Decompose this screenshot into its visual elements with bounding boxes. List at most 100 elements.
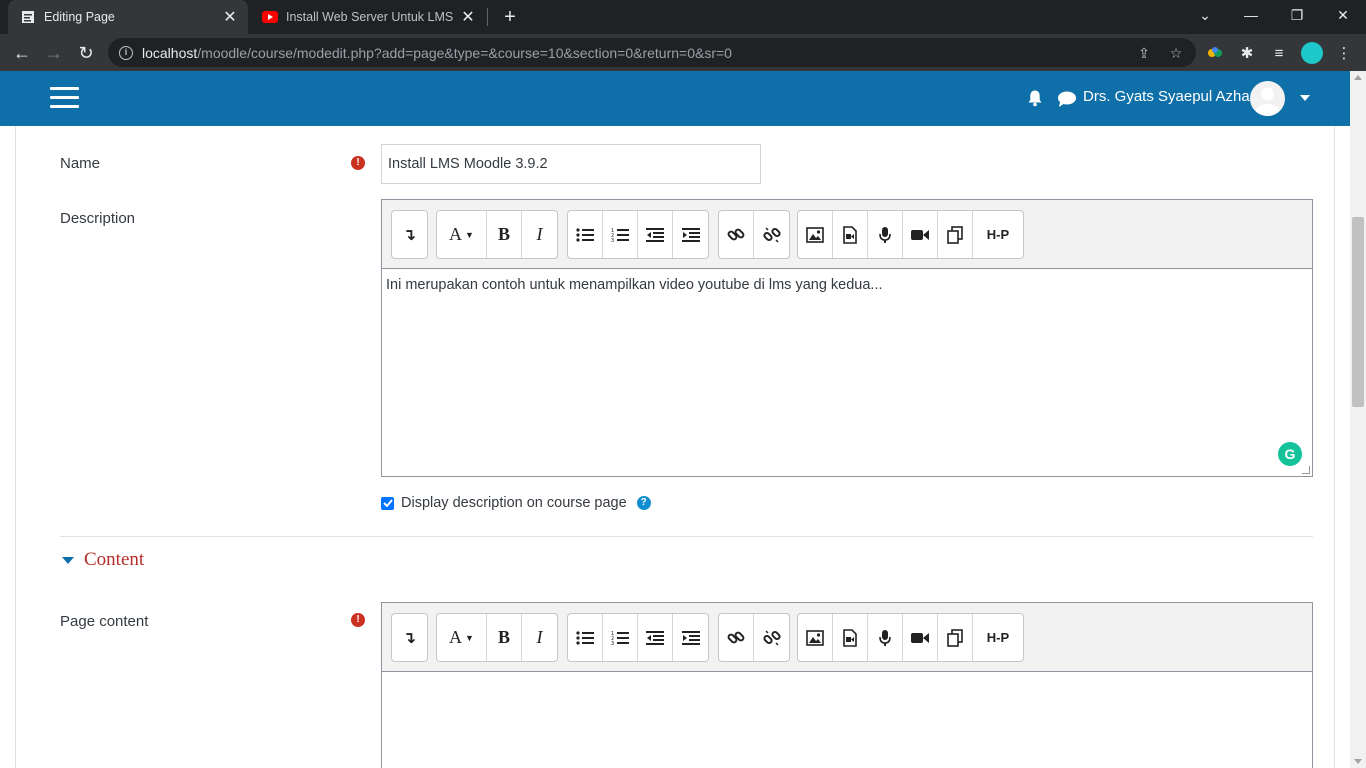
tab-title: Editing Page (44, 10, 115, 24)
address-bar[interactable]: i localhost/moodle/course/modedit.php?ad… (108, 38, 1196, 67)
browser-menu-icon[interactable]: ⋮ (1335, 44, 1353, 62)
toolbar-group-lists: 123 (567, 613, 709, 662)
help-icon[interactable]: ? (636, 496, 651, 510)
svg-text:3: 3 (611, 238, 614, 243)
resize-handle-icon[interactable] (1302, 466, 1310, 474)
show-more-buttons-icon[interactable]: ↴ (392, 614, 427, 661)
show-more-buttons-icon[interactable]: ↴ (392, 211, 427, 258)
back-icon[interactable]: ← (8, 39, 36, 67)
extension-color-icon[interactable] (1206, 44, 1224, 62)
h5p-label: H-P (986, 630, 1010, 645)
insert-image-icon[interactable] (798, 614, 833, 661)
content-section-header[interactable]: Content (62, 549, 144, 571)
link-icon[interactable] (719, 211, 754, 258)
forward-icon[interactable]: → (40, 39, 68, 67)
insert-media-icon[interactable] (833, 614, 868, 661)
font-label: A (449, 224, 463, 244)
unordered-list-icon[interactable] (568, 211, 603, 258)
site-info-icon[interactable]: i (119, 45, 133, 60)
moodle-navbar: Drs. Gyats Syaepul Azhar (0, 71, 1350, 126)
profile-icon[interactable] (1301, 42, 1323, 64)
tab-title: Install Web Server Untuk LMS Mo (286, 10, 456, 24)
page-content-area[interactable] (382, 672, 1312, 768)
record-audio-icon[interactable] (868, 211, 903, 258)
h5p-button[interactable]: H-P (973, 614, 1023, 661)
description-editor: ↴ A ▼ B I 123 H-P Ini merupakan contoh u… (381, 199, 1313, 477)
extensions-puzzle-icon[interactable]: ✱ (1238, 44, 1256, 62)
outdent-icon[interactable] (638, 614, 673, 661)
user-menu-caret-icon[interactable] (1300, 95, 1310, 101)
display-description-checkbox[interactable] (381, 496, 394, 510)
link-icon[interactable] (719, 614, 754, 661)
italic-button[interactable]: I (522, 211, 557, 258)
manage-files-icon[interactable] (938, 614, 973, 661)
bold-button[interactable]: B (487, 614, 522, 661)
bold-button[interactable]: B (487, 211, 522, 258)
hamburger-menu-icon[interactable] (50, 87, 79, 109)
collapse-caret-icon[interactable] (62, 556, 74, 564)
paragraph-styles-button[interactable]: A ▼ (437, 211, 487, 258)
record-video-icon[interactable] (903, 614, 938, 661)
ordered-list-icon[interactable]: 123 (603, 614, 638, 661)
italic-label: I (536, 627, 543, 647)
paragraph-styles-button[interactable]: A ▼ (437, 614, 487, 661)
scroll-down-arrow-icon[interactable] (1354, 759, 1362, 764)
region-border (1334, 126, 1335, 768)
tab-search-icon[interactable]: ⌄ (1182, 0, 1228, 30)
indent-icon[interactable] (673, 211, 708, 258)
restore-icon[interactable]: ❐ (1274, 0, 1320, 30)
new-tab-icon[interactable]: + (498, 5, 522, 29)
description-label: Description (60, 210, 136, 227)
insert-media-icon[interactable] (833, 211, 868, 258)
section-title[interactable]: Content (84, 549, 144, 571)
share-icon[interactable]: ⇪ (1136, 45, 1152, 61)
user-name[interactable]: Drs. Gyats Syaepul Azhar (1083, 88, 1255, 105)
section-divider (60, 536, 1313, 537)
toolbar-group-links (718, 613, 790, 662)
close-window-icon[interactable]: ✕ (1320, 0, 1366, 30)
manage-files-icon[interactable] (938, 211, 973, 258)
page-content-label: Page content (60, 613, 149, 630)
scroll-up-arrow-icon[interactable] (1354, 75, 1362, 80)
tab-close-icon[interactable]: ✕ (218, 7, 242, 27)
italic-label: I (536, 224, 543, 244)
grammarly-icon[interactable]: G (1278, 442, 1302, 466)
editor-toolbar: ↴ A ▼ B I 123 H-P (382, 603, 1312, 672)
record-video-icon[interactable] (903, 211, 938, 258)
description-content[interactable]: Ini merupakan contoh untuk menampilkan v… (382, 269, 1312, 476)
tab-close-icon[interactable]: ✕ (456, 7, 480, 27)
insert-image-icon[interactable] (798, 211, 833, 258)
ordered-list-icon[interactable]: 123 (603, 211, 638, 258)
page-scrollbar[interactable] (1350, 71, 1366, 768)
font-label: A (449, 627, 463, 647)
name-input[interactable]: Install LMS Moodle 3.9.2 (381, 144, 761, 184)
user-avatar[interactable] (1250, 81, 1285, 116)
notification-bell-icon[interactable] (1026, 89, 1044, 107)
minimize-icon[interactable]: — (1228, 0, 1274, 30)
record-audio-icon[interactable] (868, 614, 903, 661)
youtube-favicon-icon (262, 9, 278, 25)
required-icon: ! (351, 613, 365, 627)
scroll-thumb[interactable] (1352, 217, 1364, 407)
bold-label: B (497, 627, 510, 647)
h5p-button[interactable]: H-P (973, 211, 1023, 258)
page-content-editor: ↴ A ▼ B I 123 H-P (381, 602, 1313, 768)
toolbar-group-collapse: ↴ (391, 210, 428, 259)
bookmark-star-icon[interactable]: ☆ (1168, 45, 1184, 61)
display-description-label[interactable]: Display description on course page (401, 495, 627, 511)
media-control-icon[interactable]: ≡ (1270, 44, 1288, 62)
tab-youtube[interactable]: Install Web Server Untuk LMS Mo ✕ (250, 0, 486, 34)
editor-toolbar: ↴ A ▼ B I 123 H-P (382, 200, 1312, 269)
region-border (15, 126, 16, 768)
italic-button[interactable]: I (522, 614, 557, 661)
unlink-icon[interactable] (754, 211, 789, 258)
unordered-list-icon[interactable] (568, 614, 603, 661)
indent-icon[interactable] (673, 614, 708, 661)
browser-toolbar: ← → ↻ i localhost/moodle/course/modedit.… (0, 34, 1366, 71)
toolbar-group-links (718, 210, 790, 259)
unlink-icon[interactable] (754, 614, 789, 661)
messages-icon[interactable] (1057, 90, 1077, 108)
reload-icon[interactable]: ↻ (72, 39, 100, 67)
outdent-icon[interactable] (638, 211, 673, 258)
tab-editing-page[interactable]: Editing Page ✕ (8, 0, 248, 34)
